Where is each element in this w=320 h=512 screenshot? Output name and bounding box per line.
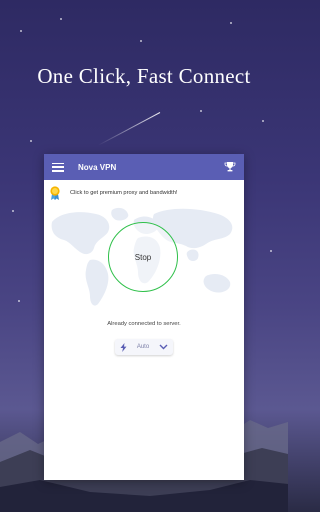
shooting-star <box>97 112 161 146</box>
menu-icon[interactable] <box>52 162 64 172</box>
trophy-icon[interactable] <box>224 161 236 173</box>
promo-text: Click to get premium proxy and bandwidth… <box>70 190 178 196</box>
app-window: Nova VPN Click to get premium proxy and … <box>44 154 244 480</box>
connection-status: Already connected to server. <box>107 321 181 327</box>
premium-promo-banner[interactable]: Click to get premium proxy and bandwidth… <box>44 180 244 200</box>
server-selector-label: Auto <box>136 344 150 350</box>
chevron-down-icon <box>159 344 168 350</box>
app-bar: Nova VPN <box>44 154 244 180</box>
lightning-icon <box>120 342 127 352</box>
server-selector[interactable]: Auto <box>115 339 173 355</box>
stop-button[interactable]: Stop <box>108 222 178 292</box>
app-title: Nova VPN <box>78 162 117 172</box>
premium-badge-icon <box>50 186 60 200</box>
headline: One Click, Fast Connect <box>37 64 251 88</box>
